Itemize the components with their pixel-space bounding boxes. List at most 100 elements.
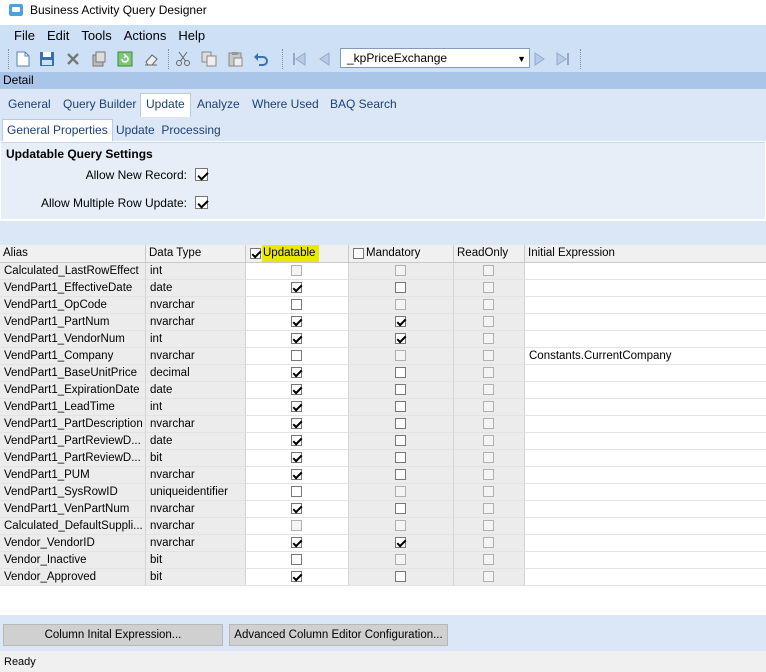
- undo-icon[interactable]: [252, 50, 270, 68]
- initial-expression-cell[interactable]: [525, 280, 766, 297]
- table-row[interactable]: VendPart1_OpCode nvarchar: [0, 297, 766, 314]
- updatable-checkbox[interactable]: [291, 384, 302, 395]
- initial-expression-cell[interactable]: [525, 365, 766, 382]
- updatable-checkbox[interactable]: [291, 503, 302, 514]
- table-row[interactable]: VendPart1_BaseUnitPrice decimal: [0, 365, 766, 382]
- alias-cell[interactable]: Calculated_LastRowEffect: [0, 263, 146, 280]
- initial-expression-cell[interactable]: [525, 416, 766, 433]
- updatable-checkbox[interactable]: [291, 537, 302, 548]
- table-row[interactable]: VendPart1_SysRowID uniqueidentifier: [0, 484, 766, 501]
- initial-expression-cell[interactable]: [525, 484, 766, 501]
- column-header-alias[interactable]: Alias: [0, 245, 146, 263]
- updatable-checkbox[interactable]: [291, 554, 302, 565]
- column-header-data-type[interactable]: Data Type: [146, 245, 246, 263]
- allow-multiple-row-checkbox[interactable]: [195, 196, 208, 209]
- updatable-checkbox[interactable]: [291, 486, 302, 497]
- attach-icon[interactable]: [90, 50, 108, 68]
- chevron-down-icon[interactable]: ▼: [517, 50, 526, 68]
- mandatory-checkbox[interactable]: [395, 333, 406, 344]
- tab-update[interactable]: Update: [140, 93, 191, 117]
- updatable-checkbox[interactable]: [291, 350, 302, 361]
- column-header-initial-expression[interactable]: Initial Expression: [525, 245, 766, 263]
- updatable-checkbox[interactable]: [291, 299, 302, 310]
- table-row[interactable]: Vendor_VendorID nvarchar: [0, 535, 766, 552]
- refresh-icon[interactable]: [116, 50, 134, 68]
- menu-actions[interactable]: Actions: [118, 27, 173, 45]
- alias-cell[interactable]: Vendor_Approved: [0, 569, 146, 586]
- mandatory-checkbox[interactable]: [395, 571, 406, 582]
- table-row[interactable]: Vendor_Inactive bit: [0, 552, 766, 569]
- first-record-icon[interactable]: [290, 50, 308, 68]
- alias-cell[interactable]: VendPart1_BaseUnitPrice: [0, 365, 146, 382]
- mandatory-checkbox[interactable]: [395, 282, 406, 293]
- alias-cell[interactable]: Vendor_Inactive: [0, 552, 146, 569]
- table-row[interactable]: VendPart1_Company nvarchar Constants.Curre…: [0, 348, 766, 365]
- alias-cell[interactable]: VendPart1_EffectiveDate: [0, 280, 146, 297]
- mandatory-header-checkbox[interactable]: [353, 248, 364, 259]
- initial-expression-cell[interactable]: [525, 314, 766, 331]
- alias-cell[interactable]: VendPart1_PUM: [0, 467, 146, 484]
- alias-cell[interactable]: VendPart1_Company: [0, 348, 146, 365]
- save-icon[interactable]: [38, 50, 56, 68]
- updatable-checkbox[interactable]: [291, 418, 302, 429]
- column-header-readonly[interactable]: ReadOnly: [454, 245, 525, 263]
- updatable-checkbox[interactable]: [291, 401, 302, 412]
- table-row[interactable]: VendPart1_PartDescription nvarchar: [0, 416, 766, 433]
- initial-expression-cell[interactable]: [525, 399, 766, 416]
- alias-cell[interactable]: VendPart1_VenPartNum: [0, 501, 146, 518]
- initial-expression-cell[interactable]: [525, 331, 766, 348]
- initial-expression-cell[interactable]: [525, 433, 766, 450]
- updatable-checkbox[interactable]: [291, 435, 302, 446]
- new-icon[interactable]: [14, 50, 32, 68]
- initial-expression-cell[interactable]: [525, 569, 766, 586]
- mandatory-checkbox[interactable]: [395, 537, 406, 548]
- initial-expression-cell[interactable]: [525, 382, 766, 399]
- tab-where-used[interactable]: Where Used: [252, 97, 319, 111]
- alias-cell[interactable]: VendPart1_OpCode: [0, 297, 146, 314]
- table-row[interactable]: VendPart1_PartNum nvarchar: [0, 314, 766, 331]
- menu-file[interactable]: File: [8, 27, 41, 45]
- initial-expression-cell[interactable]: [525, 501, 766, 518]
- table-row[interactable]: Calculated_DefaultSuppli... nvarchar: [0, 518, 766, 535]
- table-row[interactable]: VendPart1_ExpirationDate date: [0, 382, 766, 399]
- copy-icon[interactable]: [200, 50, 218, 68]
- next-record-icon[interactable]: [530, 50, 548, 68]
- table-row[interactable]: VendPart1_PUM nvarchar: [0, 467, 766, 484]
- alias-cell[interactable]: VendPart1_VendorNum: [0, 331, 146, 348]
- updatable-checkbox[interactable]: [291, 367, 302, 378]
- mandatory-checkbox[interactable]: [395, 469, 406, 480]
- initial-expression-cell[interactable]: [525, 518, 766, 535]
- mandatory-checkbox[interactable]: [395, 452, 406, 463]
- initial-expression-cell[interactable]: Constants.CurrentCompany: [525, 348, 766, 365]
- table-row[interactable]: VendPart1_PartReviewD... bit: [0, 450, 766, 467]
- column-header-updatable[interactable]: Updatable: [246, 245, 349, 263]
- tab-analyze[interactable]: Analyze: [197, 97, 240, 111]
- initial-expression-cell[interactable]: [525, 450, 766, 467]
- last-record-icon[interactable]: [554, 50, 572, 68]
- column-initial-expression-button[interactable]: Column Inital Expression...: [3, 624, 223, 646]
- table-row[interactable]: VendPart1_VenPartNum nvarchar: [0, 501, 766, 518]
- mandatory-checkbox[interactable]: [395, 503, 406, 514]
- updatable-checkbox[interactable]: [291, 316, 302, 327]
- initial-expression-cell[interactable]: [525, 297, 766, 314]
- eraser-icon[interactable]: [142, 50, 160, 68]
- column-header-mandatory[interactable]: Mandatory: [349, 245, 454, 263]
- table-row[interactable]: VendPart1_EffectiveDate date: [0, 280, 766, 297]
- initial-expression-cell[interactable]: [525, 535, 766, 552]
- updatable-checkbox[interactable]: [291, 452, 302, 463]
- tab-query-builder[interactable]: Query Builder: [63, 97, 136, 111]
- menu-help[interactable]: Help: [172, 27, 211, 45]
- updatable-header-checkbox[interactable]: [250, 248, 261, 259]
- table-row[interactable]: VendPart1_LeadTime int: [0, 399, 766, 416]
- alias-cell[interactable]: VendPart1_PartDescription: [0, 416, 146, 433]
- paste-icon[interactable]: [226, 50, 244, 68]
- alias-cell[interactable]: Vendor_VendorID: [0, 535, 146, 552]
- record-selector[interactable]: _kpPriceExchange ▼: [340, 48, 530, 68]
- initial-expression-cell[interactable]: [525, 552, 766, 569]
- allow-new-record-checkbox[interactable]: [195, 168, 208, 181]
- prev-record-icon[interactable]: [316, 50, 334, 68]
- delete-icon[interactable]: [64, 50, 82, 68]
- alias-cell[interactable]: VendPart1_PartReviewD...: [0, 450, 146, 467]
- alias-cell[interactable]: VendPart1_LeadTime: [0, 399, 146, 416]
- mandatory-checkbox[interactable]: [395, 367, 406, 378]
